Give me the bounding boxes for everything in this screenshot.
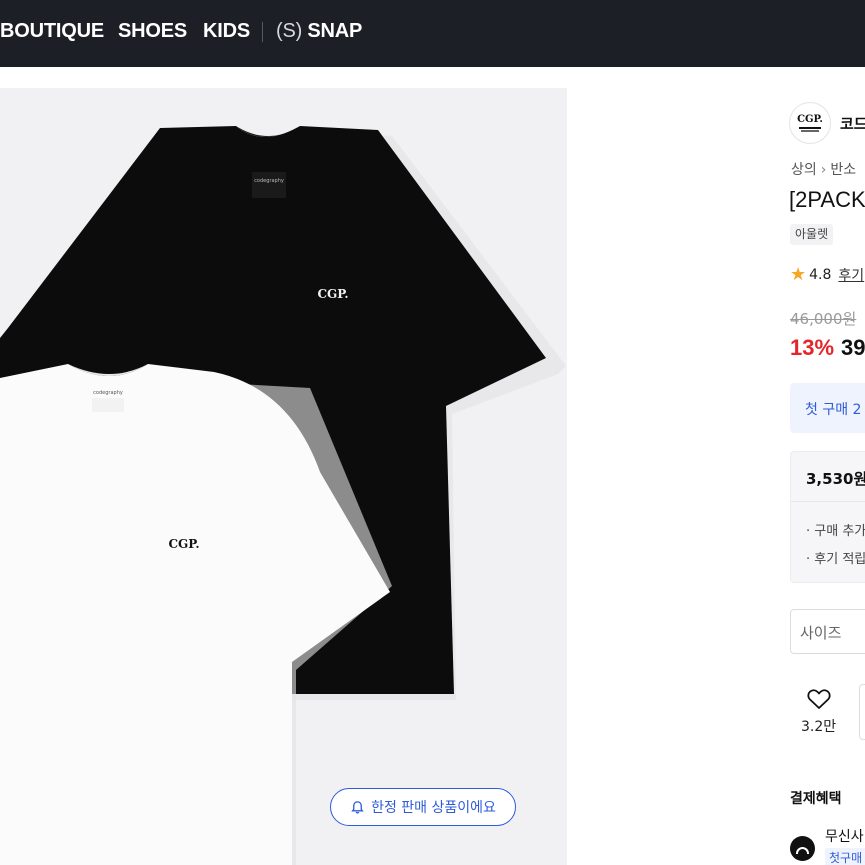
snap-label: SNAP — [307, 20, 363, 42]
white-tee-neck-text: codegraphy — [93, 390, 123, 396]
limited-sale-badge[interactable]: 한정 판매 상품이에요 — [330, 788, 516, 826]
payment-badge: 첫구매 — [825, 848, 865, 865]
star-icon: ★ — [790, 264, 807, 285]
top-nav-bar: BOUTIQUE SHOES KIDS (S) SNAP — [0, 0, 865, 67]
payment-name: 무신사 — [825, 829, 864, 845]
share-button[interactable] — [859, 684, 865, 740]
like-count: 3.2만 — [801, 719, 837, 735]
discount-rate: 13% — [790, 335, 835, 360]
points-amount: 3,530원 — [806, 470, 865, 488]
points-divider — [791, 501, 865, 502]
brand-name-link[interactable]: 코드 — [840, 113, 865, 134]
breadcrumb: 상의 › 반소 — [791, 159, 856, 179]
product-image[interactable]: codegraphy CGP. codegraphy CGP. — [0, 88, 567, 865]
coupon-text: 첫 구매 2 — [805, 402, 862, 418]
points-review-line: · 후기 적립 — [806, 552, 865, 567]
nav-item-boutique[interactable]: BOUTIQUE — [0, 20, 104, 43]
brand-logo[interactable]: CGP. — [789, 102, 831, 144]
black-tee-neck-text: codegraphy — [254, 178, 284, 184]
breadcrumb-item-short-sleeve[interactable]: 반소 — [830, 162, 856, 178]
points-purchase-line: · 구매 추가 — [806, 524, 865, 539]
reviews-link[interactable]: 후기 — [838, 265, 864, 285]
black-tee-neck-label — [252, 172, 286, 198]
nav-item-shoes[interactable]: SHOES — [118, 20, 187, 43]
tshirts-illustration: codegraphy CGP. codegraphy CGP. — [0, 126, 566, 865]
payment-benefits-title: 결제혜택 — [790, 791, 842, 807]
chevron-right-icon: › — [820, 162, 827, 178]
breadcrumb-item-top[interactable]: 상의 — [791, 162, 817, 178]
rating-row: ★ 4.8 후기 — [790, 265, 864, 285]
nav-divider — [262, 22, 263, 42]
rating-value: 4.8 — [809, 267, 832, 283]
size-select-placeholder: 사이즈 — [800, 624, 842, 642]
bell-icon — [351, 800, 364, 814]
white-tee-neck-label — [92, 398, 124, 412]
sale-price: 39 — [841, 335, 865, 360]
black-tee-logo: CGP. — [317, 287, 348, 301]
brand-logo-text: CGP. — [797, 113, 823, 125]
nav-item-kids[interactable]: KIDS — [203, 20, 250, 43]
snap-prefix: (S) — [276, 20, 303, 42]
original-price: 46,000원 — [790, 310, 857, 328]
nav-item-snap[interactable]: (S) SNAP — [276, 20, 362, 43]
outlet-tag: 아울렛 — [790, 224, 834, 245]
limited-sale-text: 한정 판매 상품이에요 — [371, 800, 496, 816]
heart-icon[interactable] — [807, 688, 831, 710]
brand-logo-bar — [799, 126, 821, 129]
musinsa-pay-icon — [790, 836, 815, 861]
product-info-panel: CGP. 코드 상의 › 반소 [2PACK 아울렛 ★ 4.8 후기 46,000… — [769, 88, 865, 865]
white-tee-logo: CGP. — [168, 537, 199, 551]
product-title: [2PACK — [789, 187, 865, 212]
brand-logo-bar-2 — [801, 129, 819, 132]
